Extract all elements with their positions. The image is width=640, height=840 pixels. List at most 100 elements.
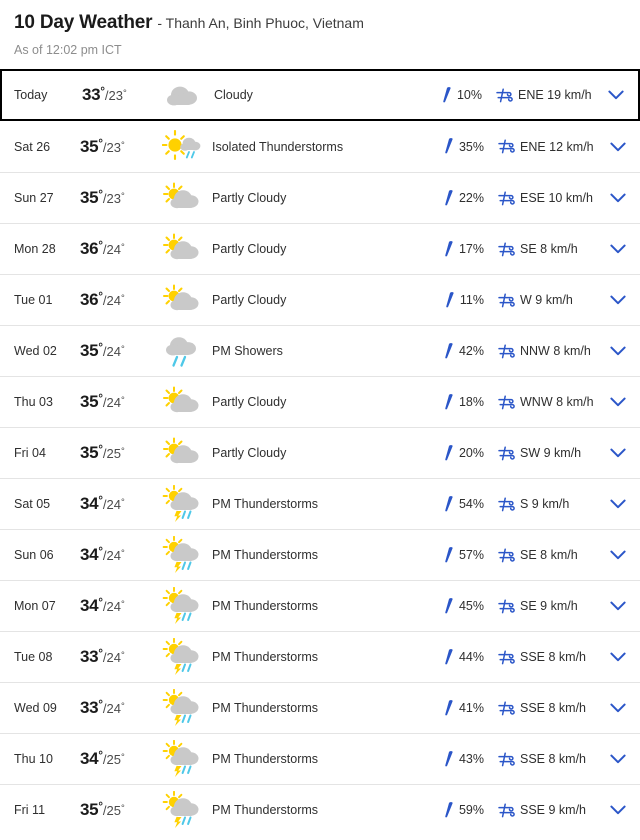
expand-row-button[interactable] xyxy=(596,550,640,560)
wind-value: SSE 8 km/h xyxy=(520,752,586,766)
wind-cell: SE 9 km/h xyxy=(486,598,596,614)
forecast-row[interactable]: Sun 27 35°/23° Partly Cloudy 22% ESE 10 … xyxy=(0,172,640,223)
raindrop-icon xyxy=(444,138,455,155)
wind-icon xyxy=(498,139,515,154)
chevron-down-icon[interactable] xyxy=(608,90,624,100)
expand-row-button[interactable] xyxy=(596,601,640,611)
chevron-down-icon[interactable] xyxy=(610,499,626,509)
forecast-row[interactable]: Thu 10 34°/25° PM Thunderstorms 43% SSE … xyxy=(0,733,640,784)
chevron-down-icon[interactable] xyxy=(610,550,626,560)
condition-icon-cell xyxy=(158,79,210,111)
forecast-row[interactable]: Wed 02 35°/24° PM Showers 42% NNW 8 km/h xyxy=(0,325,640,376)
forecast-row[interactable]: Today 33°/23° Cloudy 10% ENE 19 km/h xyxy=(0,69,640,121)
expand-row-button[interactable] xyxy=(596,652,640,662)
expand-row-button[interactable] xyxy=(594,90,638,100)
expand-row-button[interactable] xyxy=(596,193,640,203)
condition-icon-cell xyxy=(156,689,208,727)
precipitation-value: 45% xyxy=(458,599,484,613)
temperature-cell: 35°/25° xyxy=(80,443,156,463)
low-temp-degree: ° xyxy=(121,242,125,253)
precipitation-cell: 57% xyxy=(400,546,486,564)
forecast-row[interactable]: Sat 05 34°/24° PM Thunderstorms 54% S 9 … xyxy=(0,478,640,529)
condition-icon-cell xyxy=(156,129,208,164)
wind-value: W 9 km/h xyxy=(520,293,573,307)
forecast-row[interactable]: Mon 28 36°/24° Partly Cloudy 17% SE 8 km… xyxy=(0,223,640,274)
expand-row-button[interactable] xyxy=(596,805,640,815)
low-temp-degree: ° xyxy=(121,139,125,151)
condition-label: PM Thunderstorms xyxy=(212,752,319,766)
wind-cell: SSE 9 km/h xyxy=(486,802,596,818)
condition-icon-cell xyxy=(156,182,208,214)
forecast-row[interactable]: Sat 26 35°/23° Isolated Thunderstorms 35… xyxy=(0,121,640,172)
chevron-down-icon[interactable] xyxy=(610,295,626,305)
forecast-row[interactable]: Sun 06 34°/24° PM Thunderstorms 57% SE 8… xyxy=(0,529,640,580)
chevron-down-icon[interactable] xyxy=(610,754,626,764)
expand-row-button[interactable] xyxy=(596,244,640,254)
raindrop-icon xyxy=(444,495,455,513)
precipitation-value: 18% xyxy=(458,395,484,409)
low-temp-degree: ° xyxy=(121,701,125,712)
expand-row-button[interactable] xyxy=(596,754,640,764)
wind-cell: WNW 8 km/h xyxy=(486,394,596,410)
low-temp: 25 xyxy=(106,803,122,818)
forecast-row[interactable]: Wed 09 33°/24° PM Thunderstorms 41% SSE … xyxy=(0,682,640,733)
temperature-cell: 33°/24° xyxy=(80,698,156,718)
day-label: Thu 10 xyxy=(14,752,53,766)
forecast-row[interactable]: Mon 07 34°/24° PM Thunderstorms 45% SE 9… xyxy=(0,580,640,631)
expand-row-button[interactable] xyxy=(596,448,640,458)
high-temp: 35 xyxy=(80,188,99,207)
wind-icon xyxy=(498,445,515,461)
high-temp: 33 xyxy=(82,85,101,104)
wind-value: SE 8 km/h xyxy=(520,242,578,256)
chevron-down-icon[interactable] xyxy=(610,346,626,356)
day-label: Wed 09 xyxy=(14,701,57,715)
chevron-down-icon[interactable] xyxy=(610,805,626,815)
chevron-down-icon[interactable] xyxy=(610,601,626,611)
low-temp-degree: ° xyxy=(121,650,125,661)
chevron-down-icon[interactable] xyxy=(610,652,626,662)
low-temp-degree: ° xyxy=(121,293,125,304)
temperature-cell: 34°/24° xyxy=(80,596,156,616)
chevron-down-icon[interactable] xyxy=(610,397,626,407)
expand-row-button[interactable] xyxy=(596,142,640,152)
raindrop-icon xyxy=(444,240,455,258)
wind-icon xyxy=(498,547,515,563)
chevron-down-icon[interactable] xyxy=(610,193,626,203)
expand-row-button[interactable] xyxy=(596,295,640,305)
low-temp: 24 xyxy=(106,701,122,716)
forecast-row[interactable]: Tue 08 33°/24° PM Thunderstorms 44% SSE … xyxy=(0,631,640,682)
expand-row-button[interactable] xyxy=(596,346,640,356)
chevron-down-icon[interactable] xyxy=(610,244,626,254)
expand-row-button[interactable] xyxy=(596,499,640,509)
forecast-row[interactable]: Thu 03 35°/24° Partly Cloudy 18% WNW 8 k… xyxy=(0,376,640,427)
expand-row-button[interactable] xyxy=(596,397,640,407)
condition-label: PM Thunderstorms xyxy=(212,599,319,613)
forecast-row[interactable]: Fri 04 35°/25° Partly Cloudy 20% SW 9 km… xyxy=(0,427,640,478)
chevron-down-icon[interactable] xyxy=(610,142,626,152)
day-label: Tue 08 xyxy=(14,650,53,664)
chevron-down-icon[interactable] xyxy=(610,703,626,713)
raindrop-icon xyxy=(444,648,455,666)
title-line: 10 Day Weather - Thanh An, Binh Phuoc, V… xyxy=(14,12,626,34)
precipitation-cell: 54% xyxy=(400,495,486,513)
location-label: - Thanh An, Binh Phuoc, Vietnam xyxy=(157,15,364,31)
day-label: Fri 04 xyxy=(14,446,46,460)
wind-value: ENE 12 km/h xyxy=(520,139,594,154)
low-temp: 24 xyxy=(106,497,122,512)
condition-icon-cell xyxy=(156,333,208,369)
low-temp: 24 xyxy=(106,548,122,563)
high-temp: 35 xyxy=(80,800,99,819)
forecast-row[interactable]: Tue 01 36°/24° Partly Cloudy 11% W 9 km/… xyxy=(0,274,640,325)
raindrop-icon xyxy=(444,699,455,717)
raindrop-icon xyxy=(444,546,455,564)
chevron-down-icon[interactable] xyxy=(610,448,626,458)
thunderstorm-icon xyxy=(162,638,202,676)
condition-label: Partly Cloudy xyxy=(212,191,287,205)
forecast-row[interactable]: Fri 11 35°/25° PM Thunderstorms 59% SSE … xyxy=(0,784,640,835)
precipitation-value: 44% xyxy=(458,650,484,664)
low-temp: 24 xyxy=(106,344,122,359)
expand-row-button[interactable] xyxy=(596,703,640,713)
wind-icon xyxy=(498,292,515,308)
wind-value: SE 9 km/h xyxy=(520,599,578,613)
wind-cell: S 9 km/h xyxy=(486,496,596,512)
